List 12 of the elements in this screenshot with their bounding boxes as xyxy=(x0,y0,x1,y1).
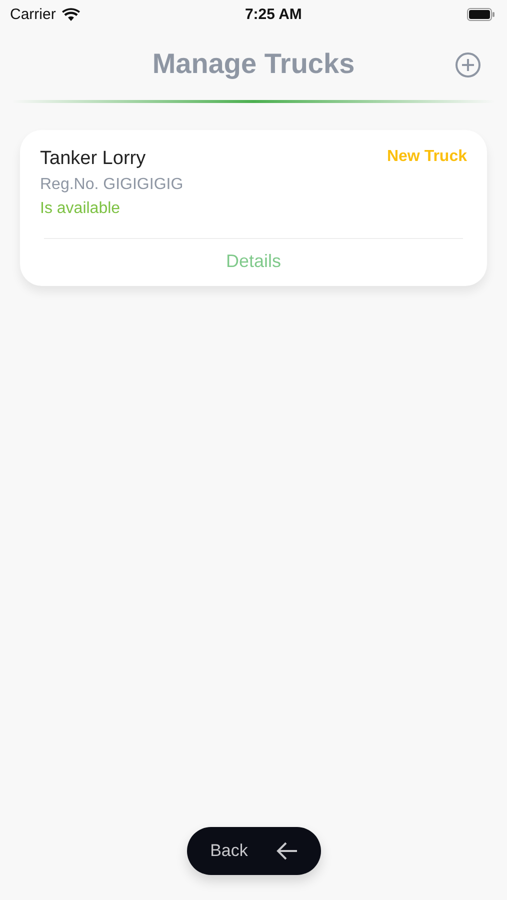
status-time: 7:25 AM xyxy=(244,6,302,22)
carrier-label: Carrier xyxy=(10,6,56,22)
left-arrow-icon xyxy=(276,842,298,860)
truck-name: Tanker Lorry xyxy=(40,148,146,170)
back-button[interactable]: Back xyxy=(187,827,321,875)
wifi-icon xyxy=(62,8,80,20)
new-truck-label: New Truck xyxy=(386,148,467,167)
registration-number: Reg.No. GIGIGIGIG xyxy=(40,176,184,194)
availability-status: Is available xyxy=(40,200,122,218)
battery-icon xyxy=(467,8,495,20)
page-title: Manage Trucks xyxy=(152,48,355,80)
add-icon[interactable] xyxy=(455,52,481,78)
